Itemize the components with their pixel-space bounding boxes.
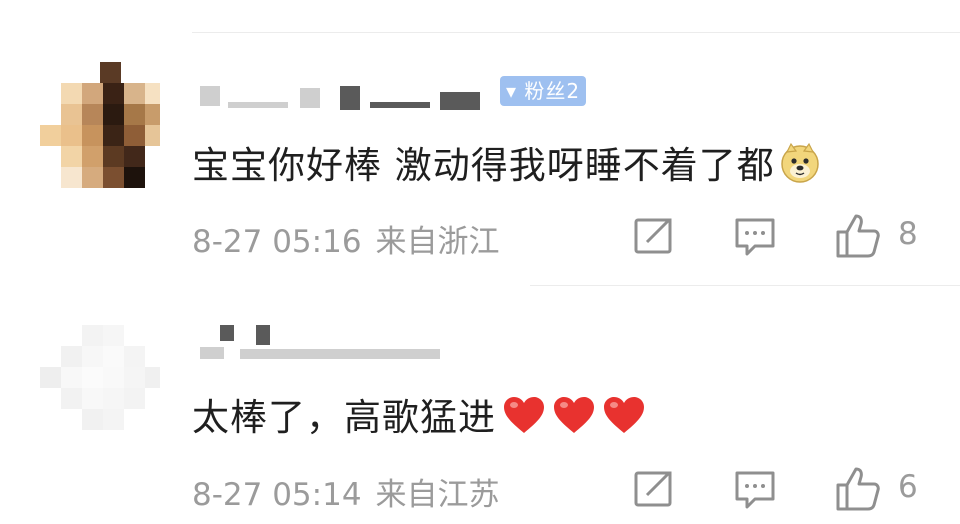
like-count: 8 (898, 216, 918, 252)
comment-button[interactable] (727, 461, 783, 517)
share-icon (634, 471, 672, 507)
heart-emoji-icon (502, 395, 546, 444)
fan-badge: ▾ 粉丝2 (500, 76, 587, 106)
like-button[interactable] (830, 461, 886, 517)
share-button[interactable] (626, 461, 682, 517)
comment-date: 8-27 05:14 (192, 477, 362, 513)
share-icon (634, 218, 672, 254)
like-button[interactable] (830, 208, 886, 264)
comment-button[interactable] (727, 208, 783, 264)
comment-date: 8-27 05:16 (192, 224, 362, 260)
avatar[interactable] (40, 62, 160, 192)
comment-meta: 8-27 05:14 来自江苏 (192, 469, 500, 514)
comment-icon (735, 471, 775, 509)
avatar[interactable] (40, 325, 160, 455)
share-button[interactable] (626, 208, 682, 264)
comment-icon (735, 218, 775, 256)
comment-meta: 8-27 05:16 来自浙江 (192, 216, 500, 261)
like-count: 6 (898, 469, 918, 505)
comment-text: 太棒了，高歌猛进 (192, 387, 646, 444)
comment-location: 来自江苏 (375, 477, 500, 513)
comment-location: 来自浙江 (375, 224, 500, 260)
username-obscured[interactable] (200, 80, 500, 112)
comment-item: 太棒了，高歌猛进 8-27 05:14 来自江苏 6 (0, 285, 960, 524)
heart-emoji-icon (602, 395, 646, 444)
like-icon (836, 467, 880, 511)
comment-item: ▾ 粉丝2 宝宝你好棒 激动得我呀睡不着了都 8-27 05:16 来自浙江 8 (0, 0, 960, 285)
like-icon (836, 214, 880, 258)
heart-emoji-icon (552, 395, 596, 444)
username-obscured[interactable] (200, 325, 460, 365)
doge-emoji-icon (779, 142, 821, 193)
comment-text: 宝宝你好棒 激动得我呀睡不着了都 (192, 135, 821, 193)
